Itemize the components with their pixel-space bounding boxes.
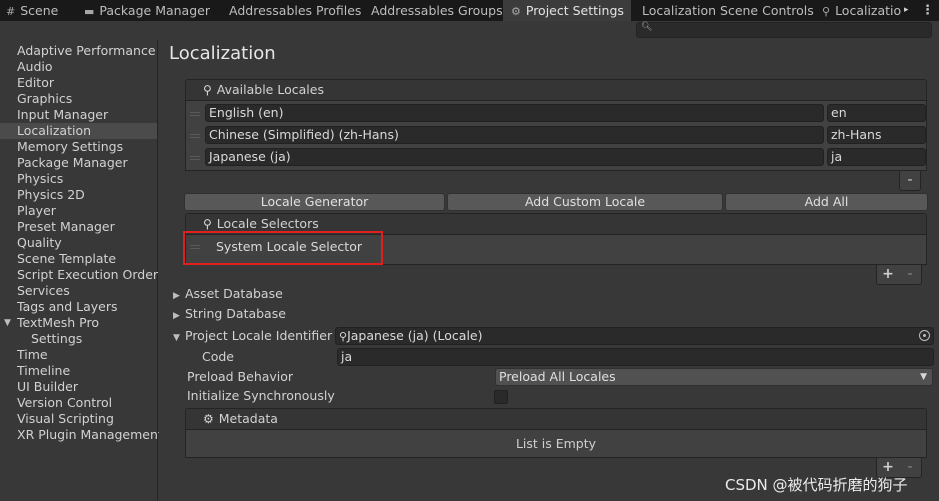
locale-name-field[interactable]: Chinese (Simplified) (zh-Hans) [205, 126, 824, 144]
add-all-button[interactable]: Add All [725, 193, 928, 211]
sidebar-item-scene-template[interactable]: Scene Template [0, 251, 157, 267]
package-icon: ▬ [84, 5, 95, 18]
sidebar-item-visual-scripting[interactable]: Visual Scripting [0, 411, 157, 427]
sidebar-item-quality[interactable]: Quality [0, 235, 157, 251]
drag-handle-icon[interactable] [190, 112, 200, 116]
fold-right-icon: ▶ [173, 291, 180, 301]
drag-handle-icon[interactable] [190, 134, 200, 138]
sidebar-item-xr-plugin-management[interactable]: XR Plugin Management [0, 427, 163, 443]
remove-locale-button[interactable]: - [901, 172, 919, 188]
tab-bar: # Scene ▬ Package Manager Addressables Pro… [0, 0, 939, 21]
tab-package-manager[interactable]: ▬ Package Manager [84, 0, 214, 21]
watermark: CSDN @被代码折磨的狗子 [725, 476, 908, 494]
metadata-empty-message: List is Empty [185, 430, 927, 458]
list-item: Japanese (ja) ja [186, 148, 926, 170]
locale-selectors-footer: + - [876, 265, 922, 285]
search-icon: 🔍︎ [641, 22, 653, 32]
string-database-foldout[interactable]: ▶ String Database [173, 305, 286, 323]
drag-handle-icon[interactable] [190, 156, 200, 160]
locale-code-field[interactable]: ja [827, 148, 926, 166]
tab-localization-tables[interactable]: ⚲ Localizatio [822, 0, 902, 21]
sidebar-item-localization[interactable]: Localization [0, 123, 157, 139]
fold-down-icon: ▼ [173, 333, 180, 343]
metadata-icon: ⚙ [203, 412, 214, 426]
asset-database-foldout[interactable]: ▶ Asset Database [173, 285, 283, 303]
sidebar-item-editor[interactable]: Editor [0, 75, 157, 91]
sidebar-item-timeline[interactable]: Timeline [0, 363, 157, 379]
preload-behavior-label: Preload Behavior [187, 369, 294, 384]
settings-sidebar: Adaptive Performance Audio Editor Graphi… [0, 40, 163, 501]
sidebar-item-player[interactable]: Player [0, 203, 157, 219]
sidebar-item-memory-settings[interactable]: Memory Settings [0, 139, 157, 155]
sidebar-item-version-control[interactable]: Version Control [0, 395, 157, 411]
sidebar-item-graphics[interactable]: Graphics [0, 91, 157, 107]
sidebar-item-audio[interactable]: Audio [0, 59, 157, 75]
locale-generator-button[interactable]: Locale Generator [184, 193, 445, 211]
kebab-menu-icon[interactable]: ⋮ [921, 0, 934, 21]
project-locale-object-field[interactable]: ⚲Japanese (ja) (Locale) [335, 327, 934, 345]
add-metadata-button[interactable]: + [879, 459, 897, 475]
search-row: 🔍︎ [0, 21, 939, 40]
sidebar-item-tags-and-layers[interactable]: Tags and Layers [0, 299, 157, 315]
sidebar-item-time[interactable]: Time [0, 347, 157, 363]
preload-behavior-dropdown[interactable]: Preload All Locales ▼ [495, 368, 933, 386]
settings-content: Localization ⚲ Available Locales English … [159, 40, 939, 501]
caret-down-icon: ▼ [920, 372, 927, 382]
locale-code-field[interactable]: en [827, 104, 926, 122]
tab-addressables-profiles[interactable]: Addressables Profiles [229, 0, 361, 21]
locale-code-field[interactable]: zh-Hans [827, 126, 926, 144]
grid-icon: # [6, 5, 16, 18]
settings-search-input[interactable]: 🔍︎ [636, 22, 932, 38]
locale-name-field[interactable]: English (en) [205, 104, 824, 122]
location-pin-icon: ⚲ [339, 330, 348, 343]
sidebar-item-textmesh-settings[interactable]: Settings [0, 331, 157, 347]
project-locale-foldout[interactable]: ▼ Project Locale Identifier [173, 327, 332, 345]
sidebar-item-input-manager[interactable]: Input Manager [0, 107, 157, 123]
sidebar-item-package-manager[interactable]: Package Manager [0, 155, 157, 171]
pin-table-icon: ⚲ [822, 5, 831, 18]
sidebar-item-script-execution-order[interactable]: Script Execution Order [0, 267, 158, 283]
fold-down-icon[interactable]: ▼ [4, 315, 11, 331]
locale-name-field[interactable]: Japanese (ja) [205, 148, 824, 166]
tab-scroll-arrow-icon[interactable]: ▸ [904, 0, 909, 21]
sidebar-item-services[interactable]: Services [0, 283, 157, 299]
list-item: Chinese (Simplified) (zh-Hans) zh-Hans [186, 126, 926, 148]
sidebar-item-textmesh-pro[interactable]: ▼ TextMesh Pro [0, 315, 157, 331]
available-locales-list: English (en) en Chinese (Simplified) (zh… [185, 101, 927, 171]
object-picker-icon[interactable] [919, 330, 930, 341]
available-locales-header: ⚲ Available Locales [185, 79, 927, 101]
sidebar-item-ui-builder[interactable]: UI Builder [0, 379, 157, 395]
code-field[interactable]: ja [337, 348, 934, 366]
sidebar-item-preset-manager[interactable]: Preset Manager [0, 219, 157, 235]
tab-scene[interactable]: # Scene [6, 0, 66, 21]
highlight-box [183, 231, 383, 265]
metadata-header: ⚙ Metadata [185, 408, 927, 430]
tab-addressables-groups[interactable]: Addressables Groups [371, 0, 503, 21]
sidebar-item-adaptive-performance[interactable]: Adaptive Performance [0, 43, 157, 59]
add-selector-button[interactable]: + [879, 266, 897, 282]
tab-project-settings[interactable]: ⚙ Project Settings [503, 0, 631, 21]
page-title: Localization [169, 43, 276, 64]
fold-right-icon: ▶ [173, 311, 180, 321]
remove-selector-button[interactable]: - [901, 266, 919, 282]
tab-localization-scene-controls[interactable]: Localization Scene Controls [642, 0, 814, 21]
location-pin-icon: ⚲ [203, 83, 212, 97]
list-item: English (en) en [186, 104, 926, 126]
sidebar-item-physics[interactable]: Physics [0, 171, 157, 187]
add-custom-locale-button[interactable]: Add Custom Locale [447, 193, 723, 211]
gear-icon: ⚙ [511, 5, 521, 18]
remove-metadata-button[interactable]: - [901, 459, 919, 475]
initialize-synchronously-label: Initialize Synchronously [187, 388, 335, 403]
initialize-synchronously-checkbox[interactable] [494, 390, 508, 404]
available-locales-footer: - [899, 171, 921, 191]
sidebar-item-physics-2d[interactable]: Physics 2D [0, 187, 157, 203]
code-label: Code [202, 349, 235, 364]
